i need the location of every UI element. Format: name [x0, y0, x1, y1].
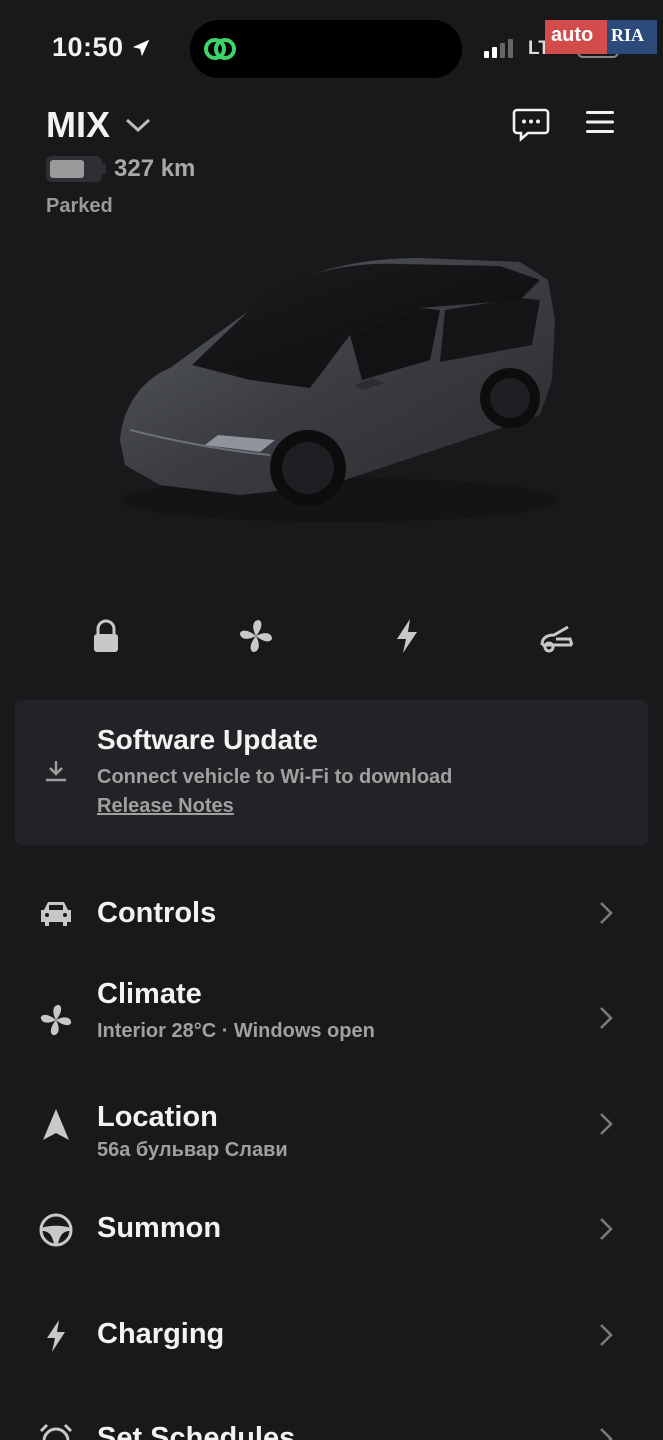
chevron-right-icon — [600, 902, 613, 924]
link-icon — [204, 38, 236, 60]
software-update-subtitle: Connect vehicle to Wi-Fi to download — [97, 766, 453, 788]
chevron-right-icon — [600, 1113, 613, 1135]
range-info: 327 km — [46, 155, 195, 183]
menu-item-location[interactable]: Location 56а бульвар Слави — [0, 1073, 663, 1173]
software-update-card[interactable]: Software Update Connect vehicle to Wi-Fi… — [15, 700, 648, 845]
quick-lock-button[interactable] — [76, 606, 136, 666]
steering-wheel-icon — [39, 1213, 73, 1247]
menu-label-charging: Charging — [97, 1318, 225, 1350]
chevron-right-icon — [600, 1007, 613, 1029]
car-icon — [41, 902, 71, 926]
quick-climate-button[interactable] — [226, 606, 286, 666]
navigation-icon — [43, 1109, 69, 1140]
menu-item-charging[interactable]: Charging — [0, 1284, 663, 1384]
menu-sub-location: 56а бульвар Слави — [97, 1139, 288, 1161]
message-icon[interactable] — [512, 106, 550, 142]
quick-charge-button[interactable] — [377, 606, 437, 666]
chevron-right-icon — [600, 1428, 613, 1440]
range-value: 327 km — [114, 155, 196, 182]
download-icon — [46, 761, 66, 782]
vehicle-battery-icon — [46, 156, 106, 182]
watermark-auto: auto — [545, 20, 607, 54]
bolt-icon — [47, 1320, 65, 1352]
menu-item-climate[interactable]: Climate Interior 28°C · Windows open — [0, 968, 663, 1068]
lock-icon — [94, 619, 118, 652]
dynamic-island — [190, 20, 462, 78]
time-label: 10:50 — [52, 32, 124, 62]
menu-label-set-schedules: Set Schedules — [97, 1422, 296, 1440]
status-time: 10:50 — [52, 32, 152, 63]
fan-icon — [40, 1004, 72, 1036]
menu-label-summon: Summon — [97, 1212, 222, 1244]
software-update-title: Software Update — [97, 724, 318, 755]
watermark-ria: RIA — [607, 20, 657, 54]
vehicle-selector[interactable]: MIX — [46, 104, 152, 146]
menu-label-climate: Climate — [97, 978, 202, 1010]
menu-icon[interactable] — [584, 108, 616, 136]
menu-label-location: Location — [97, 1101, 218, 1133]
bolt-icon — [397, 619, 417, 653]
quick-frunk-button[interactable] — [527, 606, 587, 666]
frunk-icon — [540, 625, 574, 653]
chevron-down-icon — [126, 118, 151, 133]
quick-controls — [0, 606, 663, 666]
chevron-right-icon — [600, 1324, 613, 1346]
vehicle-image[interactable] — [100, 240, 580, 540]
menu-sub-climate: Interior 28°C · Windows open — [97, 1020, 375, 1042]
vehicle-name: MIX — [46, 104, 111, 145]
watermark-logo: auto RIA — [545, 20, 657, 54]
fan-icon — [240, 620, 272, 652]
cellular-signal-icon — [484, 38, 513, 58]
vehicle-state: Parked — [46, 195, 113, 217]
location-arrow-icon — [132, 39, 149, 56]
menu-item-controls[interactable]: Controls — [0, 863, 663, 963]
status-bar: 10:50 LTE auto RIA — [0, 0, 663, 96]
alarm-clock-icon — [39, 1423, 73, 1440]
menu-label-controls: Controls — [97, 897, 217, 929]
release-notes-link[interactable]: Release Notes — [97, 795, 234, 818]
menu-item-set-schedules[interactable]: Set Schedules — [0, 1388, 663, 1440]
chevron-right-icon — [600, 1218, 613, 1240]
menu-item-summon[interactable]: Summon — [0, 1178, 663, 1278]
